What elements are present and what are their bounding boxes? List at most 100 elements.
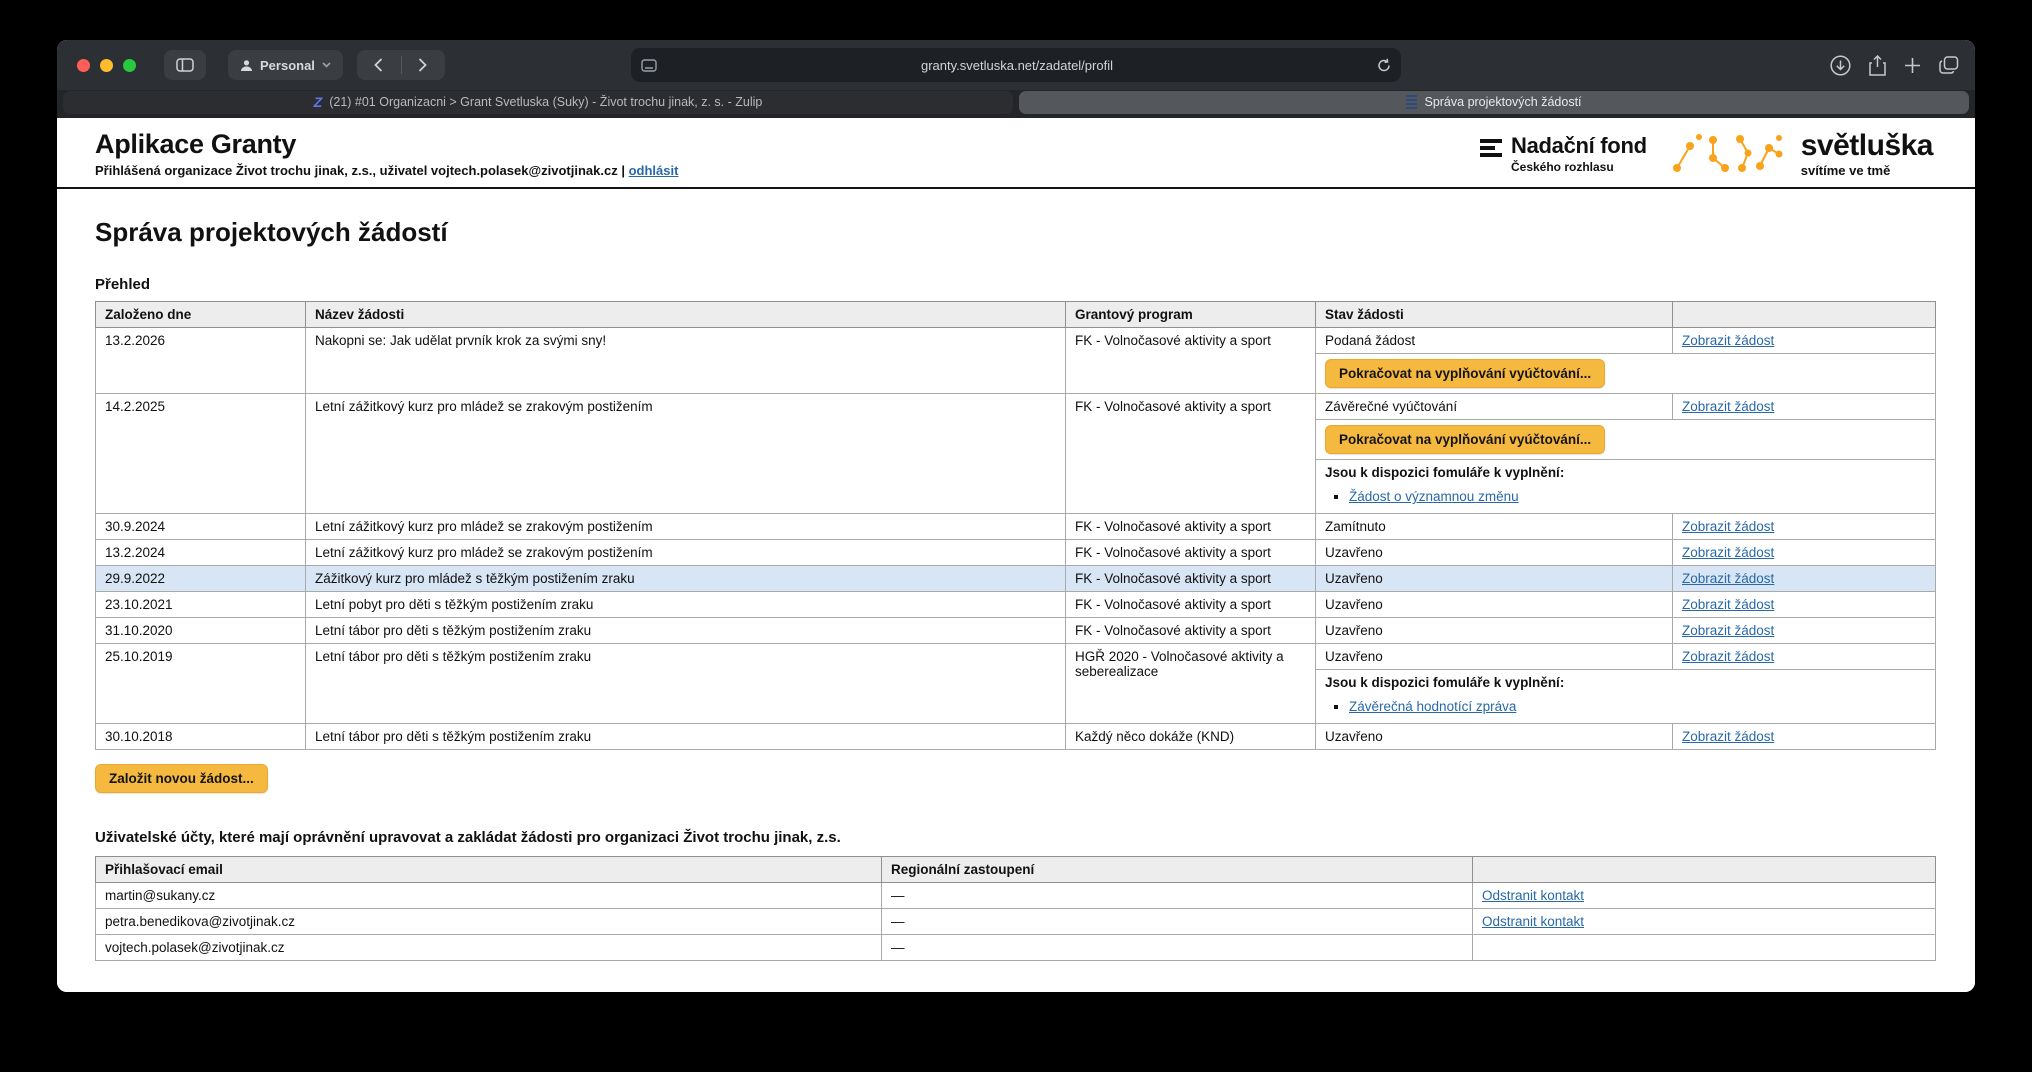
continue-settlement-button[interactable]: Pokračovat na vyplňování vyúčtování...	[1325, 425, 1605, 454]
cell-application-name: Nakopni se: Jak udělat prvník krok za sv…	[306, 328, 1066, 394]
reload-icon[interactable]	[1377, 58, 1391, 73]
column-header: Grantový program	[1066, 302, 1316, 328]
cell-grant-program: FK - Volnočasové aktivity a sport	[1066, 394, 1316, 514]
back-button[interactable]	[357, 50, 401, 80]
column-header: Stav žádosti	[1316, 302, 1673, 328]
cell-grant-program: FK - Volnočasové aktivity a sport	[1066, 566, 1316, 592]
browser-toolbar: Personal granty.svetlusk	[57, 40, 1975, 90]
tab-bar: Z (21) #01 Organizacni > Grant Svetluska…	[57, 90, 1975, 118]
cell-available-forms: Jsou k dispozici fomuláře k vyplnění:Žád…	[1316, 460, 1936, 514]
cell-created-date: 14.2.2025	[96, 394, 306, 514]
close-window-button[interactable]	[77, 59, 90, 72]
profile-button[interactable]: Personal	[228, 50, 343, 80]
remove-contact-link[interactable]: Odstranit kontakt	[1482, 914, 1584, 929]
sidebar-toggle-button[interactable]	[164, 50, 206, 80]
overview-label: Přehled	[95, 276, 1935, 293]
cell-action: Zobrazit žádost	[1673, 724, 1936, 750]
view-application-link[interactable]: Zobrazit žádost	[1682, 729, 1774, 744]
address-bar[interactable]: granty.svetluska.net/zadatel/profil	[631, 48, 1401, 82]
view-application-link[interactable]: Zobrazit žádost	[1682, 571, 1774, 586]
nadacni-fond-logo: Nadační fond Českého rozhlasu	[1480, 135, 1647, 174]
cell-grant-program: FK - Volnočasové aktivity a sport	[1066, 514, 1316, 540]
cell-action: Zobrazit žádost	[1673, 394, 1936, 420]
form-link[interactable]: Závěrečná hodnotící zpráva	[1349, 699, 1516, 714]
cell-created-date: 13.2.2024	[96, 540, 306, 566]
cell-application-name: Letní zážitkový kurz pro mládež se zrako…	[306, 540, 1066, 566]
form-link[interactable]: Žádost o významnou změnu	[1349, 489, 1519, 504]
cell-action: Zobrazit žádost	[1673, 592, 1936, 618]
back-icon	[374, 58, 383, 72]
cell-grant-program: HGŘ 2020 - Volnočasové aktivity a sebere…	[1066, 644, 1316, 724]
view-application-link[interactable]: Zobrazit žádost	[1682, 519, 1774, 534]
cell-account-action: Odstranit kontakt	[1473, 883, 1936, 909]
view-application-link[interactable]: Zobrazit žádost	[1682, 545, 1774, 560]
logo-text: světluška	[1801, 131, 1933, 161]
view-application-link[interactable]: Zobrazit žádost	[1682, 333, 1774, 348]
application-row: 30.9.2024Letní zážitkový kurz pro mládež…	[96, 514, 1936, 540]
application-row: 13.2.2026Nakopni se: Jak udělat prvník k…	[96, 328, 1936, 354]
share-icon[interactable]	[1869, 55, 1886, 76]
forward-icon	[418, 58, 427, 72]
form-list-item: Závěrečná hodnotící zpráva	[1349, 699, 1926, 714]
constellation-icon	[1669, 130, 1787, 178]
forms-list: Žádost o významnou změnu	[1349, 489, 1926, 504]
cell-status: Podaná žádost	[1316, 328, 1673, 354]
logos: Nadační fond Českého rozhlasu	[1480, 130, 1933, 178]
cell-application-name: Letní zážitkový kurz pro mládež se zrako…	[306, 514, 1066, 540]
person-icon	[240, 59, 253, 72]
zulip-icon: Z	[314, 94, 323, 110]
cell-login-email: petra.benedikova@zivotjinak.cz	[96, 909, 882, 935]
cell-action: Zobrazit žádost	[1673, 618, 1936, 644]
cell-grant-program: FK - Volnočasové aktivity a sport	[1066, 592, 1316, 618]
remove-contact-link[interactable]: Odstranit kontakt	[1482, 888, 1584, 903]
cell-created-date: 13.2.2026	[96, 328, 306, 394]
divider	[401, 56, 402, 74]
minimize-window-button[interactable]	[100, 59, 113, 72]
tab-label: Správa projektových žádostí	[1424, 95, 1581, 109]
column-header: Založeno dne	[96, 302, 306, 328]
cell-application-name: Letní tábor pro děti s těžkým postižením…	[306, 618, 1066, 644]
radio-bars-icon	[1480, 135, 1502, 160]
navigation-buttons	[357, 50, 445, 80]
cell-status: Uzavřeno	[1316, 566, 1673, 592]
cell-continue-settlement: Pokračovat na vyplňování vyúčtování...	[1316, 354, 1936, 394]
column-header	[1673, 302, 1936, 328]
new-tab-icon[interactable]	[1904, 57, 1921, 74]
column-header	[1473, 857, 1936, 883]
cell-status: Zamítnuto	[1316, 514, 1673, 540]
view-application-link[interactable]: Zobrazit žádost	[1682, 649, 1774, 664]
page-title: Správa projektových žádostí	[95, 217, 1935, 248]
view-application-link[interactable]: Zobrazit žádost	[1682, 399, 1774, 414]
cell-action: Zobrazit žádost	[1673, 566, 1936, 592]
cell-created-date: 30.9.2024	[96, 514, 306, 540]
tab-zulip[interactable]: Z (21) #01 Organizacni > Grant Svetluska…	[63, 91, 1013, 114]
zoom-window-button[interactable]	[123, 59, 136, 72]
view-application-link[interactable]: Zobrazit žádost	[1682, 597, 1774, 612]
forward-button[interactable]	[401, 50, 445, 80]
downloads-icon[interactable]	[1830, 55, 1851, 76]
cell-region: —	[882, 935, 1473, 961]
column-header: Název žádosti	[306, 302, 1066, 328]
cell-account-action: Odstranit kontakt	[1473, 909, 1936, 935]
application-row: 30.10.2018Letní tábor pro děti s těžkým …	[96, 724, 1936, 750]
tab-granty-active[interactable]: Správa projektových žádostí	[1019, 91, 1969, 114]
chevron-down-icon	[322, 62, 331, 68]
cell-action: Zobrazit žádost	[1673, 328, 1936, 354]
cell-available-forms: Jsou k dispozici fomuláře k vyplnění:Záv…	[1316, 670, 1936, 724]
view-application-link[interactable]: Zobrazit žádost	[1682, 623, 1774, 638]
cell-application-name: Letní zážitkový kurz pro mládež se zrako…	[306, 394, 1066, 514]
cell-created-date: 30.10.2018	[96, 724, 306, 750]
cell-grant-program: FK - Volnočasové aktivity a sport	[1066, 540, 1316, 566]
cell-created-date: 25.10.2019	[96, 644, 306, 724]
continue-settlement-button[interactable]: Pokračovat na vyplňování vyúčtování...	[1325, 359, 1605, 388]
web-page: Aplikace Granty Přihlášená organizace Ži…	[57, 118, 1975, 992]
logout-link[interactable]: odhlásit	[629, 163, 679, 178]
account-row: petra.benedikova@zivotjinak.cz—Odstranit…	[96, 909, 1936, 935]
cell-action: Zobrazit žádost	[1673, 514, 1936, 540]
create-new-application-button[interactable]: Založit novou žádost...	[95, 764, 268, 793]
window-controls	[77, 59, 136, 72]
form-list-item: Žádost o významnou změnu	[1349, 489, 1926, 504]
cell-grant-program: FK - Volnočasové aktivity a sport	[1066, 618, 1316, 644]
application-row: 23.10.2021Letní pobyt pro děti s těžkým …	[96, 592, 1936, 618]
tab-overview-icon[interactable]	[1939, 56, 1959, 74]
